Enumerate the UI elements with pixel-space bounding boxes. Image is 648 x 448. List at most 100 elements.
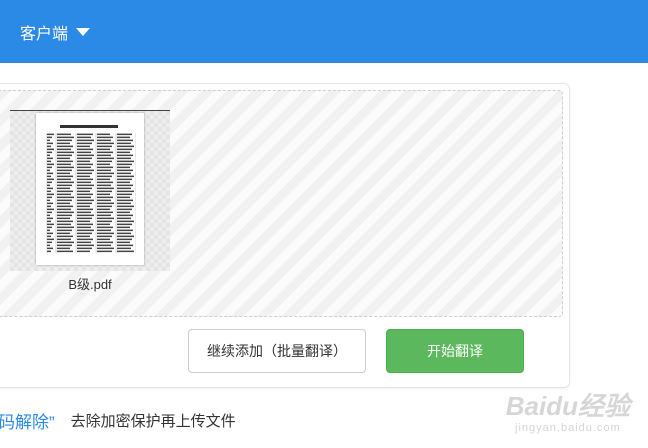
pdf-table-cell [77,145,90,148]
pdf-table-cell [77,154,94,157]
hint-link[interactable]: 码解除” [0,408,55,433]
pdf-table-cell [47,163,54,166]
pdf-table-cell [47,211,52,214]
pdf-table-cell [57,142,70,145]
client-dropdown[interactable]: 客户端 [20,20,91,44]
pdf-table-cell [77,142,92,145]
pdf-table-cell [57,139,72,142]
pdf-table-cell [97,169,111,172]
pdf-table-cell [57,166,74,169]
pdf-table-cell [57,151,74,154]
pdf-table-cell [97,238,110,241]
pdf-table-cell [97,226,113,229]
pdf-table-cell [97,133,110,136]
pdf-table-cell [117,163,132,166]
pdf-table-cell [117,172,131,175]
pdf-table-cell [57,223,71,226]
continue-add-button[interactable]: 继续添加（批量翻译） [188,329,366,373]
pdf-table-cell [97,175,112,178]
pdf-table-cell [47,217,53,220]
pdf-table-cell [47,232,53,235]
pdf-table-cell [117,178,132,181]
pdf-table-cell [77,214,94,217]
pdf-table-cell [77,232,92,235]
pdf-table-cell [57,241,74,244]
pdf-table-cell [47,172,53,175]
pdf-table-cell [117,136,130,139]
pdf-table-cell [117,238,132,241]
pdf-table-cell [57,196,74,199]
pdf-table-cell [47,133,54,136]
pdf-table-cell [117,202,131,205]
pdf-table-cell [97,193,110,196]
watermark-text: Baidu经验 [505,391,630,421]
pdf-table-cell [97,148,110,151]
pdf-table-cell [57,205,73,208]
pdf-table-cell [57,190,73,193]
pdf-table-cell [97,157,114,160]
pdf-table-cell [77,160,90,163]
pdf-table-cell [117,232,131,235]
file-thumbnail[interactable] [10,110,170,271]
pdf-table-cell [117,145,134,148]
pdf-table-cell [57,235,73,238]
pdf-table-cell [117,184,133,187]
pdf-table-cell [57,202,70,205]
pdf-table-cell [57,178,71,181]
pdf-table-cell [57,136,74,139]
pdf-table-cell [97,199,111,202]
pdf-table-cell [57,211,74,214]
pdf-table-cell [57,238,71,241]
pdf-table-cell [47,223,54,226]
pdf-table-cell [77,199,94,202]
pdf-table-cell [77,229,94,232]
pdf-table-cell [117,187,131,190]
pdf-table-cell [97,139,111,142]
pdf-table-cell [97,142,114,145]
pdf-table-cell [97,247,114,250]
pdf-table-cell [47,208,54,211]
pdf-table-cell [77,166,91,169]
pdf-table-cell [57,148,71,151]
pdf-table-cell [57,247,70,250]
pdf-table-cell [117,169,133,172]
baidu-watermark: Baidu经验 jingyan.baidu.com [506,393,630,434]
pdf-table-cell [117,241,130,244]
pdf-table-cell [97,151,113,154]
pdf-table-cell [117,208,132,211]
pdf-table-cell [77,241,91,244]
pdf-table-cell [97,166,113,169]
pdf-table-cell [77,163,93,166]
pdf-table-cell [47,175,51,178]
pdf-table-cell [47,187,53,190]
pdf-table-cell [117,154,133,157]
pdf-table-cell [57,193,71,196]
pdf-table-cell [47,199,50,202]
pdf-table-cell [77,148,93,151]
pdf-table-cell [77,247,92,250]
pdf-table-cell [57,229,72,232]
pdf-table-cell [97,196,113,199]
pdf-table-cell [117,250,134,253]
pdf-table-cell [77,223,93,226]
pdf-table-cell [57,208,71,211]
pdf-table-cell [77,217,92,220]
pdf-table-cell [77,250,90,253]
pdf-table-cell [77,157,92,160]
pdf-table-cell [117,175,134,178]
pdf-table-cell [117,166,130,169]
pdf-table-cell [77,184,94,187]
pdf-table-cell [57,232,70,235]
pdf-table-cell [117,160,134,163]
pdf-table-cell [77,244,94,247]
pdf-table-cell [117,235,134,238]
start-translate-button[interactable]: 开始翻译 [386,329,524,373]
pdf-table-cell [117,157,131,160]
pdf-table-cell [47,151,52,154]
pdf-table-cell [77,172,92,175]
pdf-table-cell [117,244,133,247]
pdf-table-cell [57,199,72,202]
pdf-table-cell [97,250,112,253]
pdf-table-cell [97,244,111,247]
pdf-table-cell [57,184,72,187]
